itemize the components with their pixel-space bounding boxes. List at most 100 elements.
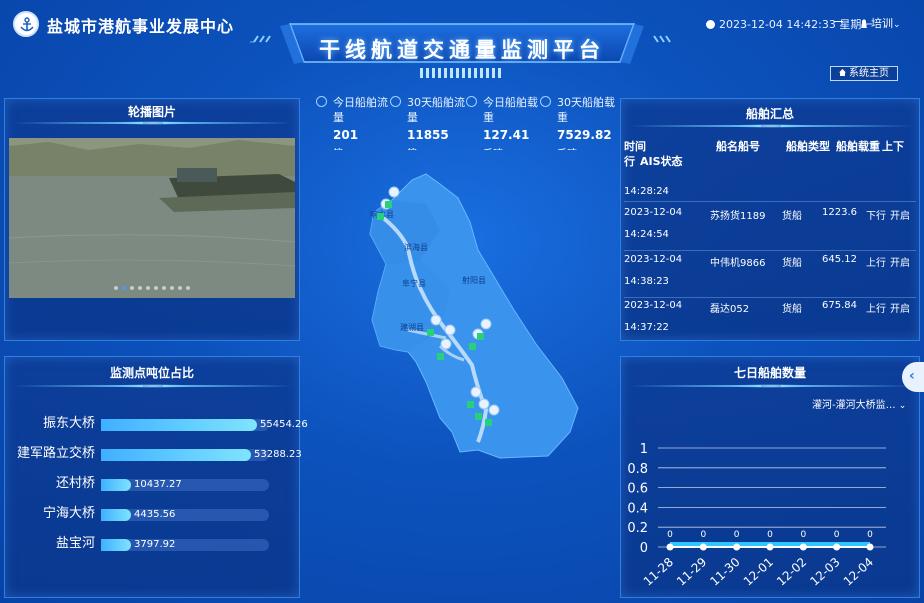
col-dir-a: 上下 — [882, 140, 904, 153]
divider-glow — [731, 384, 811, 388]
waterway-map[interactable]: 响水县 滨海县 阜宁县 射阳县 建湖县 — [300, 160, 620, 460]
home-button[interactable]: 系统主页 — [830, 66, 898, 81]
tonnage-title: 监测点吨位占比 — [109, 366, 194, 380]
row-ship-name: 中伟机9866 — [710, 258, 766, 269]
table-row[interactable]: 2023-12-04 14:37:22 磊达052 货船 675.84 上行 开启 — [624, 298, 916, 344]
carousel-dots — [9, 286, 295, 290]
x-tick-label: 12-03 — [807, 555, 842, 589]
datetime-display: 2023-12-04 14:42:33 星期一 — [706, 16, 872, 32]
chevron-down-icon: ⌄ — [893, 20, 901, 30]
table-row[interactable]: 14:28:24 — [624, 172, 916, 202]
user-menu[interactable]: 培训⌄ — [860, 15, 901, 31]
camera-pin-icon[interactable] — [430, 314, 442, 326]
row-ship-name: 磊达052 — [710, 304, 750, 315]
stat-value: 201 — [333, 128, 359, 142]
monitor-point-marker[interactable] — [385, 201, 392, 208]
camera-pin-icon[interactable] — [388, 186, 400, 198]
carousel-dot[interactable] — [122, 286, 126, 290]
collapse-tab[interactable]: ‹ — [902, 362, 924, 392]
camera-pin-icon[interactable] — [444, 324, 456, 336]
select-value: 灌河-灌河大桥监… — [812, 400, 896, 411]
row-ais-status: 开启 — [890, 258, 910, 269]
y-tick-label: 0.4 — [627, 501, 648, 516]
row-ais-status: 开启 — [890, 211, 910, 222]
monitor-point-marker[interactable] — [475, 413, 482, 420]
tonnage-row: 宁海大桥 4435.56 — [8, 504, 300, 524]
row-ship-name: 苏扬货1189 — [710, 211, 766, 222]
tonnage-bar — [101, 449, 251, 461]
row-time: 14:28:24 — [624, 186, 669, 197]
data-point[interactable] — [799, 543, 807, 551]
camera-pin-icon[interactable] — [470, 386, 482, 398]
row-date: 2023-12-04 — [624, 300, 683, 311]
stat-value: 7529.82 — [557, 128, 612, 142]
tonnage-bar — [101, 509, 131, 521]
carousel-dot[interactable] — [162, 286, 166, 290]
carousel-dot[interactable] — [178, 286, 182, 290]
tonnage-row: 还村桥 10437.27 — [8, 474, 300, 494]
data-point[interactable] — [699, 543, 707, 551]
camera-pin-icon[interactable] — [440, 338, 452, 350]
stat-card: 30天船舶流量 11855 艘 — [390, 95, 466, 150]
col-name: 船名船号 — [716, 140, 760, 153]
y-tick-label: 0.2 — [627, 521, 648, 536]
tonnage-bar — [101, 479, 131, 491]
minimize-icon[interactable] — [834, 21, 843, 22]
carousel-dot[interactable] — [130, 286, 134, 290]
x-tick-label: 12-01 — [741, 555, 776, 589]
monitor-point-marker[interactable] — [437, 353, 444, 360]
row-direction: 上行 — [866, 258, 886, 269]
carousel-dot[interactable] — [154, 286, 158, 290]
carousel-title: 轮播图片 — [127, 105, 176, 119]
col-weight: 船舶载重 — [836, 140, 880, 153]
data-point[interactable] — [733, 543, 741, 551]
stat-value: 127.41 — [483, 128, 530, 142]
data-point[interactable] — [866, 543, 874, 551]
ship-summary-title: 船舶汇总 — [745, 107, 794, 121]
logo-anchor-icon — [13, 11, 39, 37]
col-ais: AIS状态 — [640, 155, 683, 168]
monitor-point-select[interactable]: 灌河-灌河大桥监… ⌄ — [812, 396, 906, 411]
tonnage-label: 宁海大桥 — [42, 506, 95, 521]
map-label: 建湖县 — [400, 322, 424, 332]
table-row[interactable]: 2023-12-04 14:24:54 苏扬货1189 货船 1223.6 下行 开启 — [624, 205, 916, 251]
monitor-point-marker[interactable] — [485, 419, 492, 426]
camera-pin-icon[interactable] — [478, 398, 490, 410]
carousel-dot[interactable] — [138, 286, 142, 290]
carousel-image[interactable] — [9, 138, 295, 298]
camera-pin-icon[interactable] — [488, 404, 500, 416]
row-weight: 1223.6 — [822, 207, 857, 218]
col-time: 时间 — [624, 140, 646, 153]
chevron-down-icon: ⌄ — [898, 401, 907, 411]
data-point[interactable] — [833, 543, 841, 551]
carousel-dot[interactable] — [170, 286, 174, 290]
carousel-dot[interactable] — [146, 286, 150, 290]
tonnage-bar-track — [101, 509, 269, 521]
monitor-point-marker[interactable] — [427, 329, 434, 336]
stat-unit: 千吨 — [557, 145, 577, 150]
tonnage-value: 10437.27 — [134, 479, 182, 490]
stat-label: 30天船舶流量 — [407, 96, 465, 124]
tonnage-label: 振东大桥 — [42, 416, 95, 431]
row-time: 14:37:22 — [624, 322, 669, 333]
monitor-point-marker[interactable] — [477, 333, 484, 340]
weekly-line-chart: 00.20.40.60.81011-28011-29011-30012-0101… — [627, 442, 886, 589]
monitor-point-marker[interactable] — [377, 213, 384, 220]
carousel-dot[interactable] — [114, 286, 118, 290]
table-row[interactable]: 2023-12-04 14:38:23 中伟机9866 货船 645.12 上行 开启 — [624, 252, 916, 298]
row-time: 14:24:54 — [624, 229, 669, 240]
x-tick-label: 11-30 — [707, 555, 742, 589]
divider-glow — [113, 121, 193, 125]
data-point[interactable] — [666, 543, 674, 551]
title-banner: 干线航道交通量监测平台 — [250, 18, 674, 84]
data-point[interactable] — [766, 543, 774, 551]
tonnage-bar-track — [101, 449, 269, 461]
monitor-point-marker[interactable] — [467, 401, 474, 408]
stat-label: 今日船舶流量 — [333, 96, 388, 124]
carousel-dot[interactable] — [186, 286, 190, 290]
col-type: 船舶类型 — [786, 140, 830, 153]
monitor-point-marker[interactable] — [469, 343, 476, 350]
ship-photo — [9, 138, 295, 298]
camera-pin-icon[interactable] — [480, 318, 492, 330]
divider-glow — [731, 124, 811, 128]
